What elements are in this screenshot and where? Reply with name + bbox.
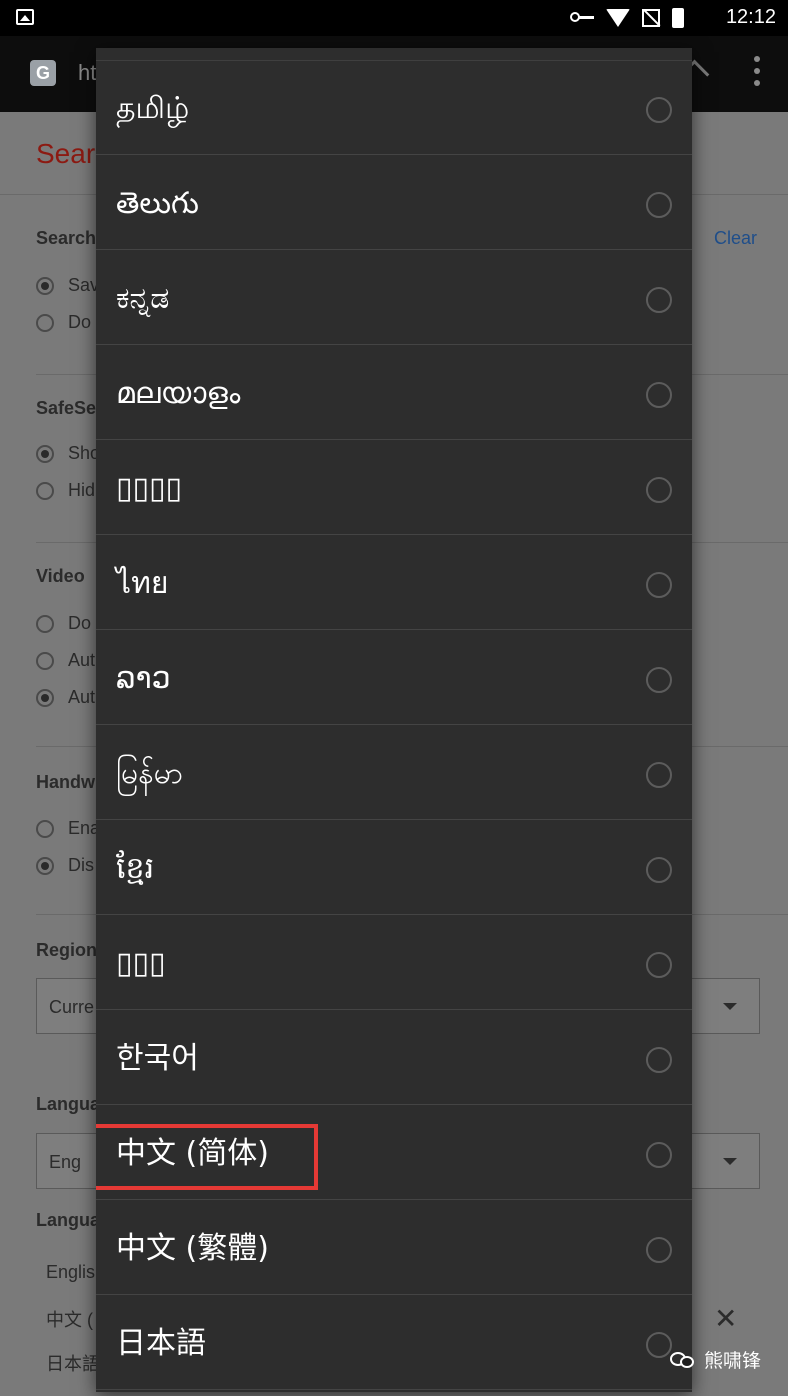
- radio-hand-disable[interactable]: [36, 857, 54, 875]
- language-option-unrendered-1[interactable]: ▯▯▯▯: [96, 441, 692, 535]
- radio-button[interactable]: [646, 477, 672, 503]
- watermark-text: 熊啸锋: [704, 1350, 762, 1372]
- radio-button[interactable]: [646, 382, 672, 408]
- radio-label: Do: [68, 312, 92, 332]
- radio-label: Sav: [68, 275, 100, 295]
- radio-hand-enable[interactable]: [36, 820, 54, 838]
- url-bar[interactable]: ht: [78, 60, 96, 86]
- language-picker-dialog: தமிழ் తెలుగు ಕನ್ನಡ മലയാളം ▯▯▯▯ ไทย ລາວ မ…: [96, 48, 692, 1392]
- option-label: 中文 (繁體): [116, 1231, 269, 1266]
- wifi-icon: [606, 9, 630, 27]
- option-label: ▯▯▯▯: [116, 471, 183, 506]
- radio-button[interactable]: [646, 667, 672, 693]
- radio-button[interactable]: [646, 1142, 672, 1168]
- language-select-value: Eng: [49, 1152, 82, 1172]
- language-option-unrendered-2[interactable]: ▯▯▯: [96, 916, 692, 1010]
- section-heading-handwrite: Handw: [36, 772, 96, 792]
- language-option-kannada[interactable]: ಕನ್ನಡ: [96, 251, 692, 345]
- radio-video-1[interactable]: [36, 615, 54, 633]
- option-label: తెలుగు: [116, 186, 199, 221]
- close-icon[interactable]: ✕: [714, 1302, 737, 1335]
- radio-button[interactable]: [646, 762, 672, 788]
- status-time: 12:12: [725, 6, 776, 28]
- section-heading-video: Video: [36, 566, 85, 586]
- list-item: Englis: [46, 1262, 96, 1282]
- radio-button[interactable]: [646, 1237, 672, 1263]
- language-option-chinese-traditional[interactable]: 中文 (繁體): [96, 1201, 692, 1295]
- section-heading-safesearch: SafeSe: [36, 398, 97, 418]
- status-bar: 12:12: [0, 0, 788, 36]
- language-option-japanese[interactable]: 日本語: [96, 1296, 692, 1390]
- radio-label: Aut: [68, 650, 96, 670]
- clear-link[interactable]: Clear: [714, 228, 757, 249]
- highlight-box: [96, 1124, 318, 1190]
- no-signal-icon: [642, 9, 660, 27]
- overflow-menu-icon[interactable]: [754, 56, 760, 92]
- language-option-thai[interactable]: ไทย: [96, 536, 692, 630]
- radio-button[interactable]: [646, 192, 672, 218]
- section-heading-region: Region: [36, 940, 97, 960]
- vpn-key-icon: [570, 11, 594, 25]
- option-label: ▯▯▯: [116, 946, 166, 981]
- option-label: ខ្មែរ: [116, 851, 155, 886]
- option-label: 한국어: [116, 1041, 199, 1076]
- radio-button[interactable]: [646, 857, 672, 883]
- radio-button[interactable]: [646, 1332, 672, 1358]
- battery-charging-icon: [672, 8, 684, 28]
- section-heading-language: Langua: [36, 1094, 101, 1114]
- section-heading-search: Search: [36, 228, 97, 248]
- radio-button[interactable]: [646, 287, 672, 313]
- radio-label: Hid: [68, 480, 96, 500]
- language-option-khmer[interactable]: ខ្មែរ: [96, 821, 692, 915]
- status-icons: [570, 8, 684, 28]
- radio-button[interactable]: [646, 1047, 672, 1073]
- section-heading-languages: Langua: [36, 1210, 101, 1230]
- option-label: မြန်မာ: [116, 756, 184, 791]
- option-label: മലയാളം: [116, 376, 241, 411]
- radio-search-save[interactable]: [36, 277, 54, 295]
- option-label: தமிழ்: [116, 91, 190, 126]
- page-title: Sear: [36, 138, 96, 169]
- option-label: ಕನ್ನಡ: [116, 281, 170, 316]
- radio-safe-hide[interactable]: [36, 482, 54, 500]
- language-option-korean[interactable]: 한국어: [96, 1011, 692, 1105]
- radio-label: Dis: [68, 855, 94, 875]
- radio-button[interactable]: [646, 952, 672, 978]
- option-label: ລາວ: [116, 661, 171, 696]
- language-option-malayalam[interactable]: മലയാളം: [96, 346, 692, 440]
- radio-safe-show[interactable]: [36, 445, 54, 463]
- language-option-myanmar[interactable]: မြန်မာ: [96, 726, 692, 820]
- radio-video-3[interactable]: [36, 689, 54, 707]
- radio-button[interactable]: [646, 572, 672, 598]
- language-option-tamil[interactable]: தமிழ்: [96, 61, 692, 155]
- radio-button[interactable]: [646, 97, 672, 123]
- site-favicon-icon: G: [30, 60, 56, 86]
- list-item: 日本語: [46, 1354, 100, 1374]
- option-label: ไทย: [116, 566, 169, 601]
- radio-label: Do: [68, 613, 92, 633]
- option-label: 日本語: [116, 1326, 206, 1361]
- list-item: 中文 (: [46, 1310, 93, 1330]
- radio-label: Aut: [68, 687, 96, 707]
- region-select-value: Curre: [49, 997, 95, 1017]
- image-icon: [16, 9, 34, 25]
- radio-video-2[interactable]: [36, 652, 54, 670]
- watermark: 熊啸锋: [670, 1346, 761, 1373]
- chevron-down-icon: [723, 1003, 737, 1010]
- language-option-chinese-simplified[interactable]: 中文 (简体): [96, 1106, 692, 1200]
- radio-search-dont[interactable]: [36, 314, 54, 332]
- language-option-lao[interactable]: ລາວ: [96, 631, 692, 725]
- language-option-telugu[interactable]: తెలుగు: [96, 156, 692, 250]
- chevron-down-icon: [723, 1158, 737, 1165]
- wechat-icon: [670, 1350, 696, 1370]
